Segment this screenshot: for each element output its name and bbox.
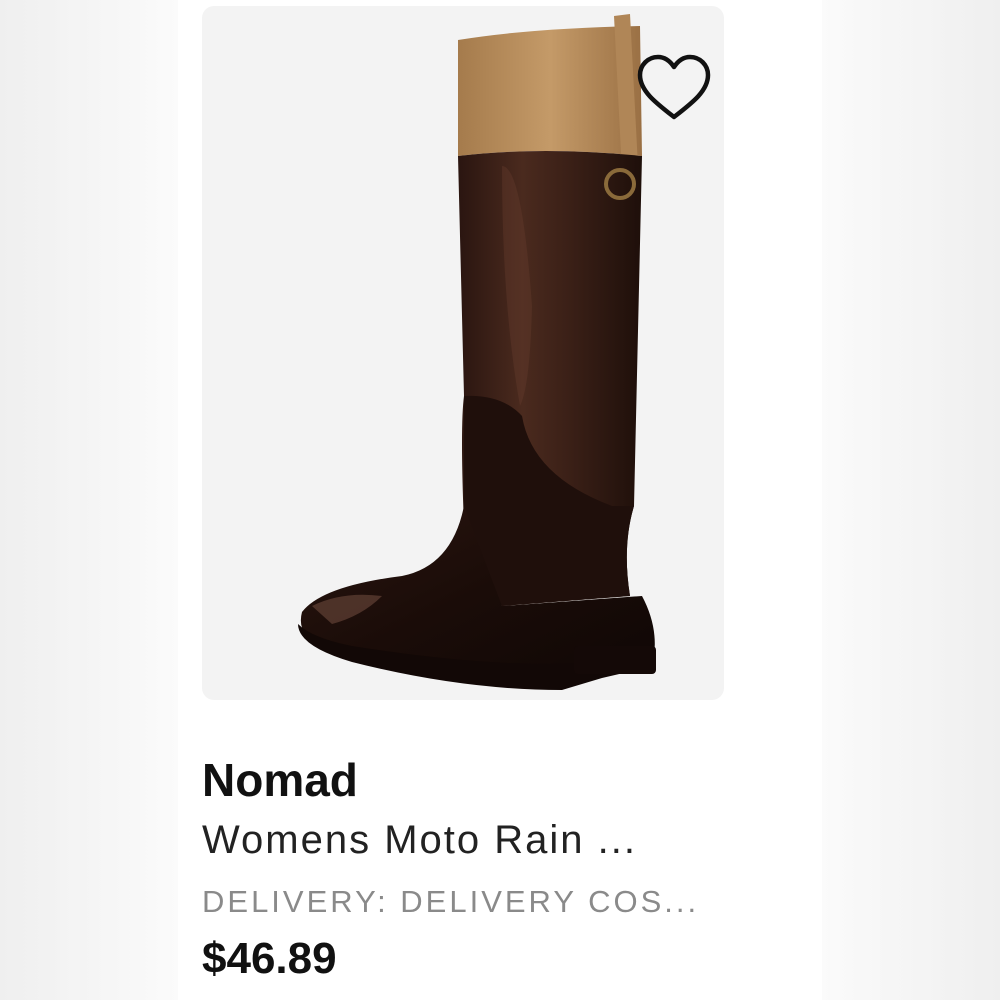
delivery-info: DELIVERY: DELIVERY COS... xyxy=(202,884,700,919)
product-info: Nomad Womens Moto Rain ... DELIVERY: DEL… xyxy=(202,752,762,986)
product-image[interactable] xyxy=(202,6,724,700)
background-blur-right xyxy=(822,0,1000,1000)
product-title[interactable]: Womens Moto Rain ... xyxy=(202,814,762,866)
product-listing-page: Nomad Womens Moto Rain ... DELIVERY: DEL… xyxy=(0,0,1000,1000)
background-blur-left xyxy=(0,0,178,1000)
heart-outline-icon xyxy=(637,54,711,120)
favorite-button[interactable] xyxy=(632,46,716,130)
product-brand[interactable]: Nomad xyxy=(202,752,762,808)
product-card[interactable]: Nomad Womens Moto Rain ... DELIVERY: DEL… xyxy=(178,0,822,1000)
product-price: $46.89 xyxy=(202,934,337,983)
